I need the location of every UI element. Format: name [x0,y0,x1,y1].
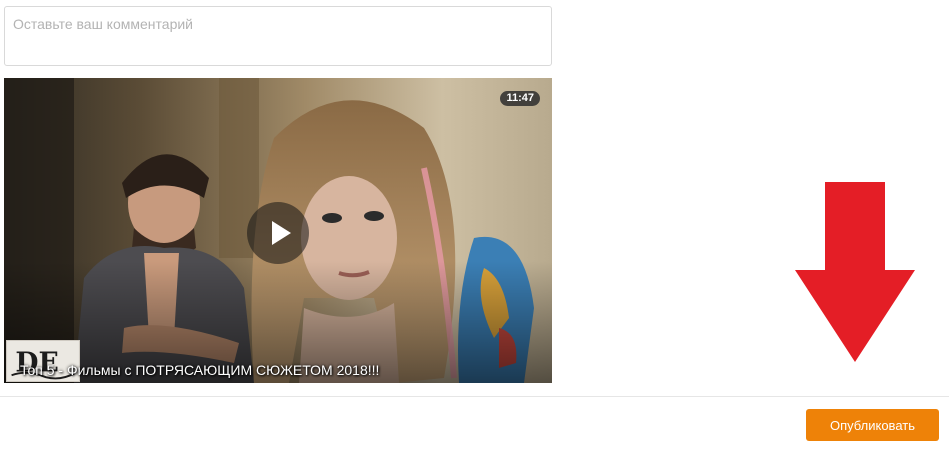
play-button[interactable] [247,202,309,264]
play-icon [272,221,291,245]
video-duration-badge: 11:47 [500,91,540,106]
comment-composer: 11:47 DE Топ 5 - Фильмы с ПОТРЯСАЮЩИМ СЮ… [0,0,949,450]
video-title[interactable]: Топ 5 - Фильмы с ПОТРЯСАЮЩИМ СЮЖЕТОМ 201… [20,362,540,378]
video-attachment[interactable]: 11:47 DE Топ 5 - Фильмы с ПОТРЯСАЮЩИМ СЮ… [4,78,552,383]
comment-input[interactable] [4,6,552,66]
publish-button[interactable]: Опубликовать [806,409,939,441]
arrow-down-icon [795,182,915,362]
divider [0,396,949,397]
